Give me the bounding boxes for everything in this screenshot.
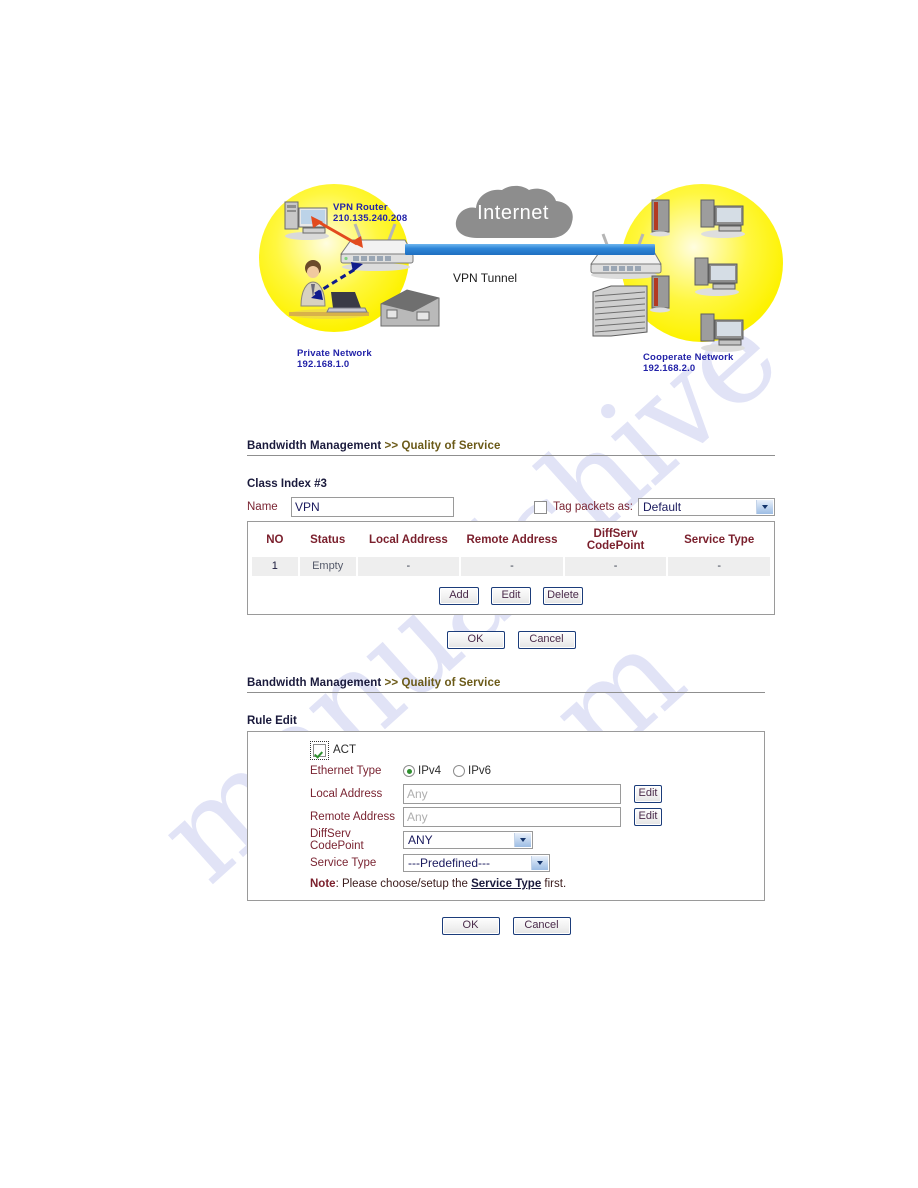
breadcrumb-section2: Bandwidth Management >> Quality of Servi…	[247, 677, 765, 689]
local-address-input[interactable]	[403, 783, 621, 804]
th-diffserv: DiffServ CodePoint	[586, 528, 645, 552]
diffserv-select-value: ANY	[408, 832, 433, 847]
tag-packets-select-value: Default	[643, 500, 682, 514]
qos-rules-box: NO Status Local Address Remote Address D…	[247, 521, 775, 615]
vpn-tunnel-pipe	[405, 244, 655, 255]
breadcrumb-separator: >>	[381, 440, 402, 452]
tag-packets-label: Tag packets as:	[553, 501, 633, 513]
th-status: Status	[310, 534, 346, 546]
workstation-icon-3	[700, 313, 745, 352]
breadcrumb2-divider	[247, 692, 765, 693]
add-button[interactable]: Add	[439, 587, 479, 605]
rule-edit-box: ACT Ethernet Type IPv4 IPv6 Local Addres…	[247, 731, 765, 901]
ipv4-label: IPv4	[418, 765, 442, 777]
ipv4-radio[interactable]	[403, 765, 415, 777]
act-row: ACT	[258, 740, 754, 760]
diffserv-label: DiffServ CodePoint	[310, 827, 364, 852]
delete-button[interactable]: Delete	[543, 587, 583, 605]
ok-button[interactable]: OK	[446, 631, 505, 649]
table-header-row: NO Status Local Address Remote Address D…	[252, 522, 770, 557]
service-type-select[interactable]: ---Predefined---	[403, 853, 550, 872]
chevron-down-icon[interactable]	[531, 855, 548, 870]
ethernet-type-row: Ethernet Type IPv4 IPv6	[258, 760, 754, 782]
chevron-down-icon[interactable]	[756, 500, 773, 514]
th-local: Local Address	[368, 534, 448, 546]
diffserv-row: DiffServ CodePoint ANY	[258, 827, 754, 852]
ipv6-radio[interactable]	[453, 765, 466, 777]
act-label: ACT	[333, 744, 356, 756]
local-address-row: Local Address Edit	[258, 782, 754, 805]
cell-no: 1	[252, 557, 298, 576]
laptop-to-router-arrow-icon	[311, 262, 363, 300]
service-type-row: Service Type ---Predefined---	[258, 851, 754, 874]
chevron-down-icon[interactable]	[514, 832, 531, 847]
note-text-1: : Please choose/setup the	[335, 878, 472, 890]
service-type-select-value: ---Predefined---	[408, 855, 491, 870]
ethernet-type-label: Ethernet Type	[310, 765, 382, 777]
qos-class-panel: Bandwidth Management >> Quality of Servi…	[247, 440, 775, 649]
breadcrumb2-separator: >>	[381, 677, 402, 689]
breadcrumb-divider	[247, 455, 775, 456]
cancel-button[interactable]: Cancel	[517, 631, 576, 649]
class-index-title: Class Index #3	[247, 478, 327, 490]
cell-local: -	[357, 557, 460, 576]
server-stack-icon	[592, 285, 648, 337]
cell-status: Empty	[299, 557, 356, 576]
tower-server-icon-1	[650, 199, 670, 237]
th-remote: Remote Address	[466, 534, 558, 546]
rule-edit-title: Rule Edit	[247, 715, 297, 727]
note-prefix: Note	[310, 878, 336, 890]
table-row[interactable]: 1 Empty - - - -	[252, 557, 770, 576]
service-type-label: Service Type	[310, 856, 377, 869]
breadcrumb-section1: Bandwidth Management >> Quality of Servi…	[247, 440, 775, 452]
cooperate-network-label: Cooperate Network 192.168.2.0	[643, 352, 734, 374]
ipv6-label: IPv6	[468, 765, 492, 777]
local-address-label: Local Address	[310, 787, 383, 800]
ok-button-2[interactable]: OK	[441, 917, 500, 935]
cell-remote: -	[461, 557, 563, 576]
breadcrumb2-secondary: Quality of Service	[401, 677, 501, 689]
workstation-icon-2	[694, 257, 739, 296]
act-checkbox[interactable]	[310, 740, 329, 760]
edit-button[interactable]: Edit	[491, 587, 531, 605]
tag-packets-select[interactable]: Default	[638, 498, 775, 516]
tower-server-icon-2	[650, 275, 670, 313]
name-label: Name	[247, 501, 278, 513]
th-service: Service Type	[684, 534, 755, 546]
cell-diffserv: -	[564, 557, 667, 576]
tag-packets-checkbox[interactable]	[534, 500, 548, 514]
remote-address-input[interactable]	[403, 806, 621, 827]
breadcrumb2-primary: Bandwidth Management	[247, 677, 382, 689]
th-no: NO	[266, 534, 284, 546]
section1-footer-buttons: OK Cancel	[247, 631, 775, 649]
vpn-router-label: VPN Router 210.135.240.208	[333, 202, 408, 224]
breadcrumb-secondary: Quality of Service	[401, 440, 501, 452]
breadcrumb-primary: Bandwidth Management	[247, 440, 382, 452]
network-topology-diagram: VPN Tunnel Internet VPN Router 210.135.2…	[245, 178, 805, 393]
remote-address-row: Remote Address Edit	[258, 805, 754, 828]
section2-footer-buttons: OK Cancel	[247, 917, 765, 935]
remote-address-edit-button[interactable]: Edit	[634, 807, 662, 826]
workstation-icon-1	[700, 199, 745, 238]
remote-address-label: Remote Address	[310, 810, 396, 823]
vpn-tunnel-label: VPN Tunnel	[453, 271, 518, 285]
office-building-icon	[380, 289, 440, 327]
diffserv-select[interactable]: ANY	[403, 830, 533, 849]
rule-edit-panel: Bandwidth Management >> Quality of Servi…	[247, 677, 765, 935]
cancel-button-2[interactable]: Cancel	[512, 917, 571, 935]
private-network-label: Private Network 192.168.1.0	[297, 348, 372, 370]
internet-label: Internet	[477, 202, 549, 224]
qos-rules-table: NO Status Local Address Remote Address D…	[250, 522, 772, 576]
service-type-link[interactable]: Service Type	[471, 878, 541, 890]
note-text-2: first.	[541, 878, 567, 890]
cell-service: -	[668, 557, 770, 576]
service-type-note: Note: Please choose/setup the Service Ty…	[258, 878, 754, 890]
local-address-edit-button[interactable]: Edit	[634, 784, 662, 803]
class-name-input[interactable]	[291, 497, 454, 517]
rule-action-buttons: Add Edit Delete	[250, 576, 772, 614]
